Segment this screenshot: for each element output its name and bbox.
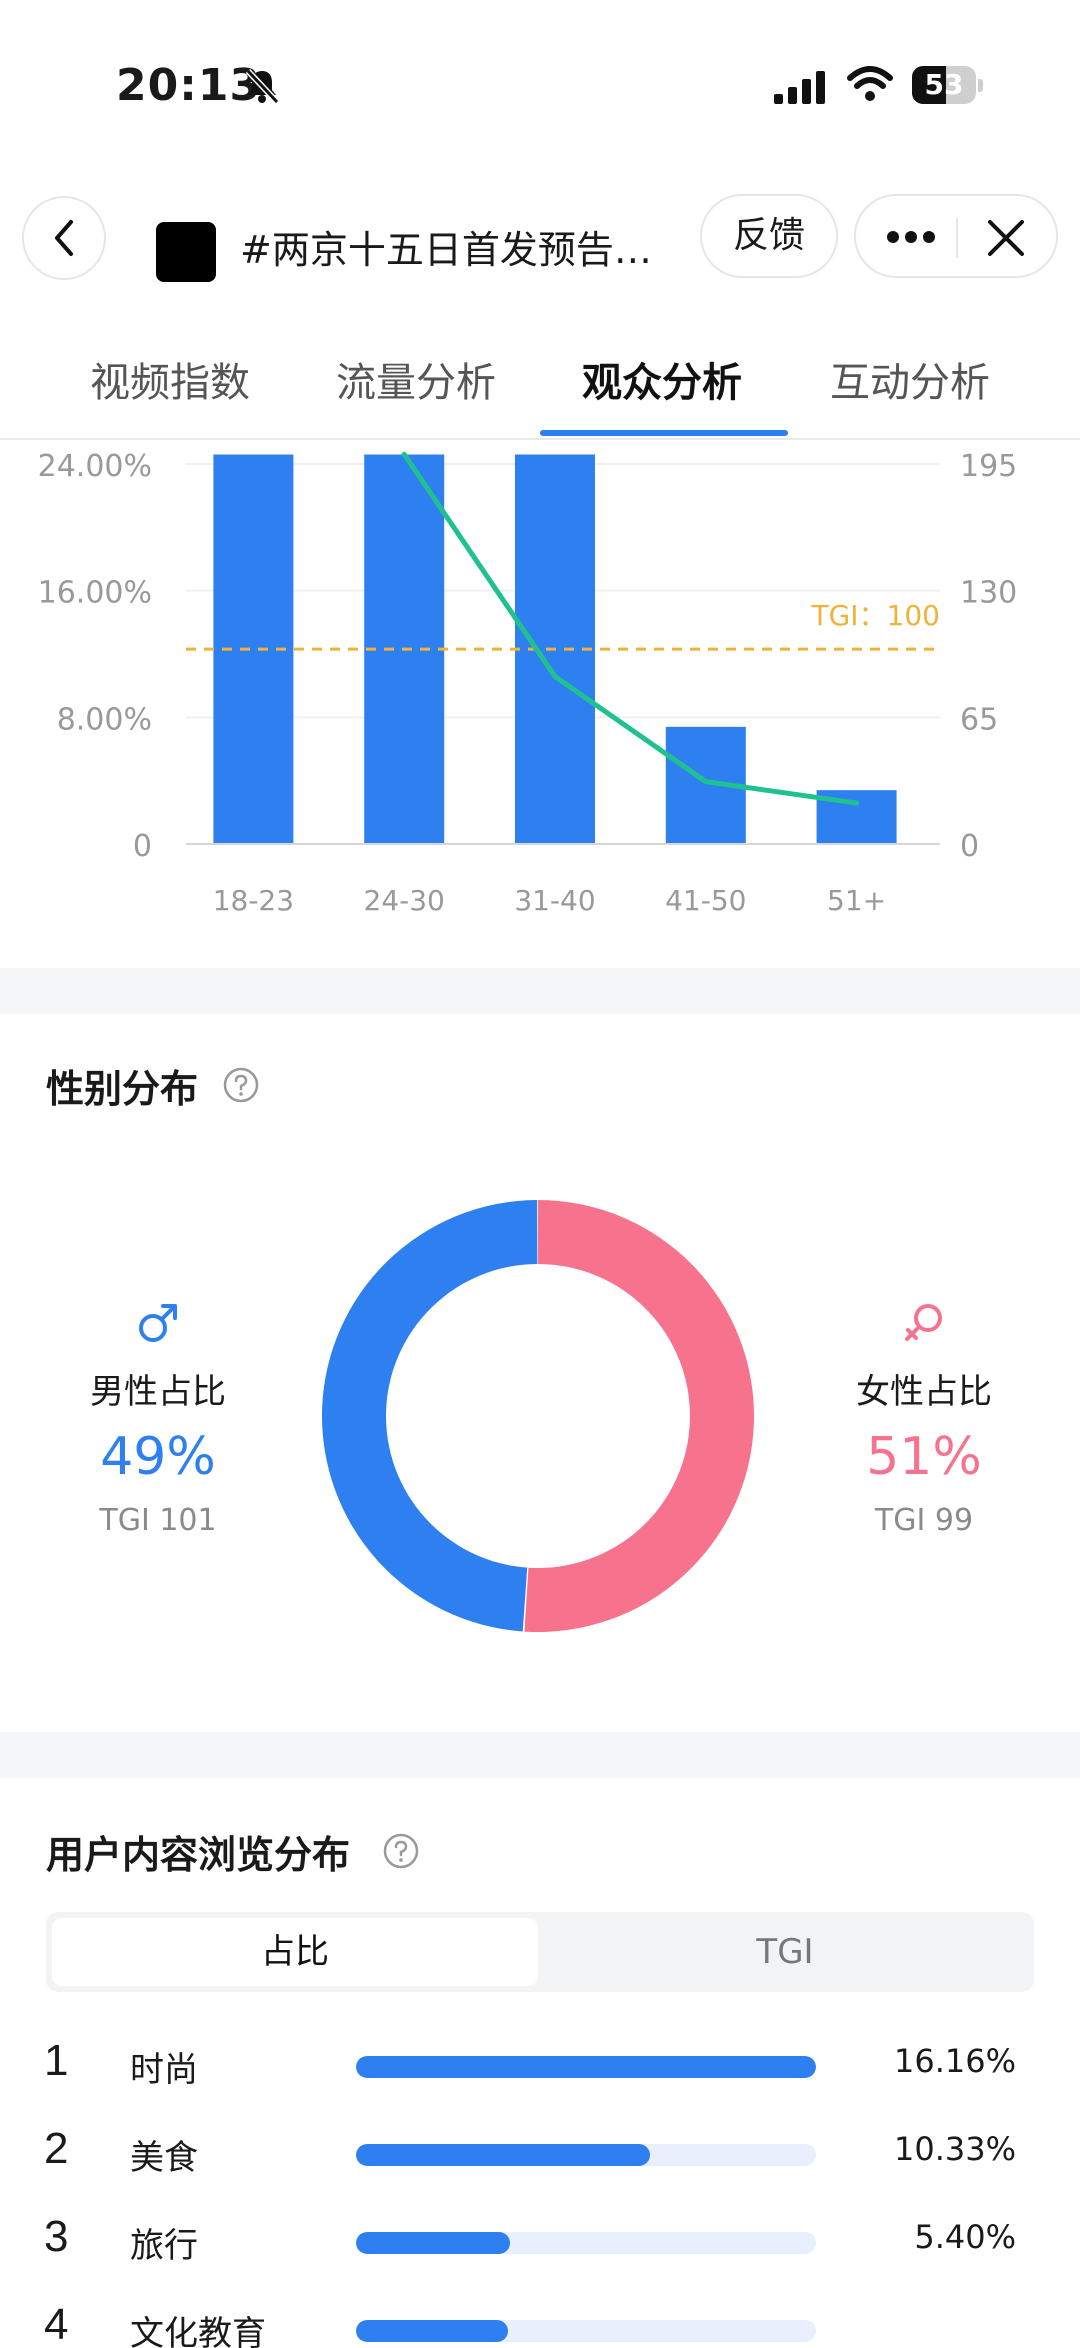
y-left-tick-label: 24.00% [38,449,152,484]
battery-percent: 53 [924,68,964,101]
progress-fill [356,2056,816,2078]
tgi-series-line [401,451,860,806]
y-left-tick-label: 0 [133,829,152,864]
age-distribution-chart: 0 8.00% 16.00% 24.00% 0 65 130 195 18-23 24-30 31-… [0,440,1080,940]
y-left-tick-label: 16.00% [38,576,152,611]
help-icon[interactable] [222,1066,260,1104]
list-item: 4 文化教育 [0,2300,1080,2348]
rank-number: 2 [44,2124,69,2173]
tab-video-index[interactable]: 视频指数 [90,350,250,408]
section-divider [0,968,1080,1014]
progress-track [356,2232,816,2254]
rank-number: 4 [44,2300,69,2348]
help-icon[interactable] [382,1832,420,1870]
progress-track [356,2320,816,2342]
male-segment [321,1200,538,1632]
browse-section-title: 用户内容浏览分布 [46,1833,351,1877]
y-right-tick-label: 65 [960,702,998,737]
tab-bar: 视频指数 流量分析 观众分析 互动分析 [0,330,1080,440]
progress-track [356,2144,816,2166]
tab-audience-analysis[interactable]: 观众分析 [582,350,742,408]
x-tick-label: 18-23 [213,884,294,917]
progress-track [356,2056,816,2078]
female-segment [524,1200,755,1632]
cellular-signal-icon [774,71,825,104]
back-button[interactable] [22,196,106,280]
category-label: 旅行 [130,2226,198,2266]
video-thumbnail [156,222,216,282]
x-tick-label: 51+ [827,884,886,917]
gender-donut-chart [320,1198,756,1634]
female-tgi: TGI 99 [874,1503,974,1538]
section-divider [0,1732,1080,1778]
y-right-tick-label: 195 [960,449,1017,484]
category-label: 美食 [130,2138,198,2178]
male-label: 男性占比 [90,1372,226,1412]
toggle-share[interactable]: 占比 [52,1918,538,1986]
status-bar: 20:13 53 [0,0,1080,150]
list-item: 1 时尚 16.16% [0,2036,1080,2116]
chevron-left-icon [55,220,73,256]
category-label: 时尚 [130,2050,198,2090]
progress-fill [356,2232,511,2254]
metric-toggle: 占比 TGI [46,1912,1034,1992]
female-label: 女性占比 [856,1372,992,1412]
list-item: 3 旅行 5.40% [0,2212,1080,2292]
category-label: 文化教育 [130,2314,266,2348]
list-item: 2 美食 10.33% [0,2124,1080,2204]
rank-number: 1 [44,2036,69,2085]
category-value: 16.16% [893,2042,1016,2080]
wifi-icon [847,66,893,101]
female-stats: 女性占比 51% TGI 99 [804,1300,1044,1538]
x-tick-label: 24-30 [364,884,445,917]
bell-muted-icon [245,68,280,105]
toggle-tgi[interactable]: TGI [542,1918,1028,1986]
x-tick-label: 31-40 [514,884,595,917]
category-value: 5.40% [914,2218,1016,2256]
active-tab-indicator [540,430,788,436]
female-symbol-icon [905,1304,942,1341]
status-time: 20:13 [116,60,262,111]
tab-interaction-analysis[interactable]: 互动分析 [830,350,990,408]
male-stats: 男性占比 49% TGI 101 [38,1300,278,1538]
page-title: #两京十五日首发预告… [240,228,652,272]
y-left-tick-label: 8.00% [57,702,152,737]
age-chart-svg: 0 8.00% 16.00% 24.00% 0 65 130 195 18-23 24-30 31-… [38,449,1018,917]
x-tick-label: 41-50 [665,884,746,917]
male-tgi: TGI 101 [99,1503,217,1538]
progress-fill [356,2320,508,2342]
male-percentage: 49% [100,1427,216,1487]
rank-number: 3 [44,2212,69,2261]
tgi-reference-label: TGI：100 [810,599,940,632]
battery-indicator: 53 [912,66,984,106]
more-icon[interactable] [886,230,936,244]
feedback-button[interactable]: 反馈 [700,194,838,278]
close-icon[interactable] [984,216,1028,260]
app-header: #两京十五日首发预告… 反馈 [0,190,1080,290]
gender-section-title: 性别分布 [46,1067,199,1111]
miniprogram-capsule [854,194,1058,278]
female-percentage: 51% [866,1427,982,1487]
category-value: 10.33% [893,2130,1016,2168]
y-right-tick-label: 0 [960,829,979,864]
progress-fill [356,2144,651,2166]
tab-traffic-analysis[interactable]: 流量分析 [336,350,496,408]
male-symbol-icon [139,1304,177,1342]
y-right-tick-label: 130 [960,576,1017,611]
